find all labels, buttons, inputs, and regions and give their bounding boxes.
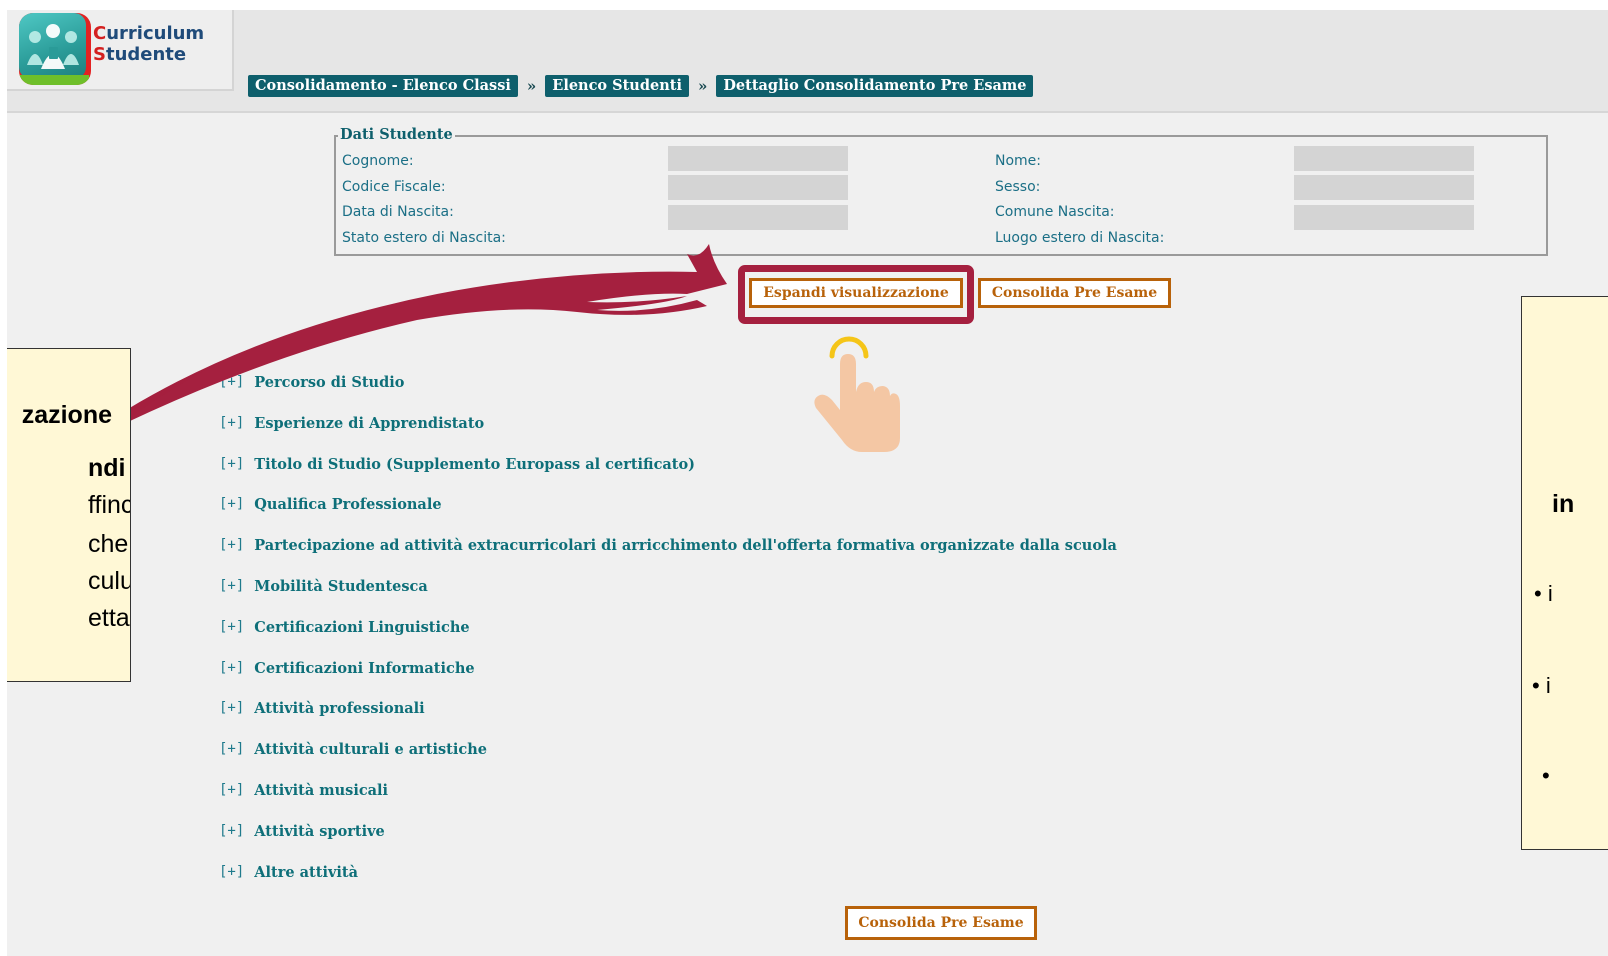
section-title[interactable]: Qualifica Professionale <box>254 496 441 513</box>
breadcrumb-elenco-classi[interactable]: Consolidamento - Elenco Classi <box>248 75 518 97</box>
breadcrumb-elenco-studenti[interactable]: Elenco Studenti <box>545 75 689 97</box>
section-title[interactable]: Certificazioni Linguistiche <box>254 619 469 636</box>
consolida-pre-esame-bottom-button[interactable]: Consolida Pre Esame <box>845 906 1037 940</box>
nome-label: Nome: <box>995 153 1042 169</box>
section-row[interactable]: [+] Attività sportive <box>219 821 385 841</box>
breadcrumb-separator: » <box>697 77 708 95</box>
callout-right: in • i • i • <box>1521 296 1608 850</box>
logo-line1-rest: urriculum <box>106 23 205 44</box>
expand-toggle[interactable]: [+] <box>219 741 244 757</box>
callout-right-line1: in <box>1552 490 1575 518</box>
app-window: Curriculum Studente Consolidamento - Ele… <box>7 10 1608 956</box>
expand-toggle[interactable]: [+] <box>219 660 244 676</box>
annotation-arrow-icon <box>97 244 727 434</box>
tap-hand-icon <box>814 336 900 452</box>
expand-toggle[interactable]: [+] <box>219 864 244 880</box>
section-row[interactable]: [+] Titolo di Studio (Supplemento Europas… <box>219 454 695 474</box>
sesso-label: Sesso: <box>995 179 1041 195</box>
section-title[interactable]: Attività musicali <box>254 782 388 799</box>
section-title[interactable]: Certificazioni Informatiche <box>254 660 474 677</box>
breadcrumb: Consolidamento - Elenco Classi » Elenco … <box>248 75 1034 97</box>
section-row[interactable]: [+] Attività culturali e artistiche <box>219 739 487 759</box>
section-title[interactable]: Altre attività <box>254 864 358 881</box>
section-title[interactable]: Attività culturali e artistiche <box>254 741 487 758</box>
callout-left-line2: ndi <box>88 454 126 482</box>
cognome-value <box>668 146 848 171</box>
section-row[interactable]: [+] Certificazioni Linguistiche <box>219 617 470 637</box>
expand-toggle[interactable]: [+] <box>219 823 244 839</box>
logo-icon <box>19 13 91 85</box>
callout-right-bullet2: • i <box>1532 673 1551 698</box>
expand-toggle[interactable]: [+] <box>219 782 244 798</box>
callout-left-line4: che <box>88 530 129 558</box>
breadcrumb-separator: » <box>526 77 537 95</box>
nome-value <box>1294 146 1474 171</box>
section-title[interactable]: Partecipazione ad attività extracurricol… <box>254 537 1117 554</box>
expand-toggle[interactable]: [+] <box>219 700 244 716</box>
section-title[interactable]: Attività sportive <box>254 823 384 840</box>
expand-toggle[interactable]: [+] <box>219 456 244 472</box>
consolida-pre-esame-button[interactable]: Consolida Pre Esame <box>978 278 1171 308</box>
section-row[interactable]: [+] Attività musicali <box>219 780 388 800</box>
codice-fiscale-label: Codice Fiscale: <box>342 179 446 195</box>
callout-left-line1: zazione <box>21 401 112 429</box>
logo-text: Curriculum Studente <box>93 23 205 65</box>
callout-left-line6: ettaglio <box>88 604 130 632</box>
callout-right-bullet3: • <box>1542 763 1550 788</box>
data-nascita-label: Data di Nascita: <box>342 204 454 220</box>
expand-toggle[interactable]: [+] <box>219 496 244 512</box>
section-row[interactable]: [+] Mobilità Studentesca <box>219 576 428 596</box>
sesso-value <box>1294 175 1474 200</box>
breadcrumb-dettaglio: Dettaglio Consolidamento Pre Esame <box>716 75 1034 97</box>
dati-studente-legend: Dati Studente <box>338 126 455 143</box>
section-row[interactable]: [+] Attività professionali <box>219 698 425 718</box>
section-row[interactable]: [+] Certificazioni Informatiche <box>219 658 475 678</box>
callout-left-line5: culum, <box>88 567 130 595</box>
section-title[interactable]: Mobilità Studentesca <box>254 578 427 595</box>
cognome-label: Cognome: <box>342 153 414 169</box>
expand-toggle[interactable]: [+] <box>219 578 244 594</box>
section-title[interactable]: Attività professionali <box>254 700 424 717</box>
codice-fiscale-value <box>668 175 848 200</box>
section-row[interactable]: [+] Altre attività <box>219 862 358 882</box>
logo-line2-rest: tudente <box>105 44 187 65</box>
app-logo[interactable]: Curriculum Studente <box>7 10 234 91</box>
section-row[interactable]: [+] Partecipazione ad attività extracurri… <box>219 535 1117 555</box>
expand-toggle[interactable]: [+] <box>219 619 244 635</box>
callout-left: zazione ndi ffinché, che culum, ettaglio <box>7 348 131 682</box>
section-row[interactable]: [+] Qualifica Professionale <box>219 494 442 514</box>
comune-nascita-label: Comune Nascita: <box>995 204 1115 220</box>
section-title[interactable]: Titolo di Studio (Supplemento Europass a… <box>254 456 695 473</box>
comune-nascita-value <box>1294 205 1474 230</box>
espandi-visualizzazione-button[interactable]: Espandi visualizzazione <box>749 278 963 308</box>
expand-toggle[interactable]: [+] <box>219 537 244 553</box>
callout-right-bullet1: • i <box>1534 581 1553 606</box>
callout-left-line3: ffinché, <box>88 491 130 519</box>
header: Curriculum Studente Consolidamento - Ele… <box>7 10 1608 113</box>
luogo-estero-label: Luogo estero di Nascita: <box>995 230 1165 246</box>
